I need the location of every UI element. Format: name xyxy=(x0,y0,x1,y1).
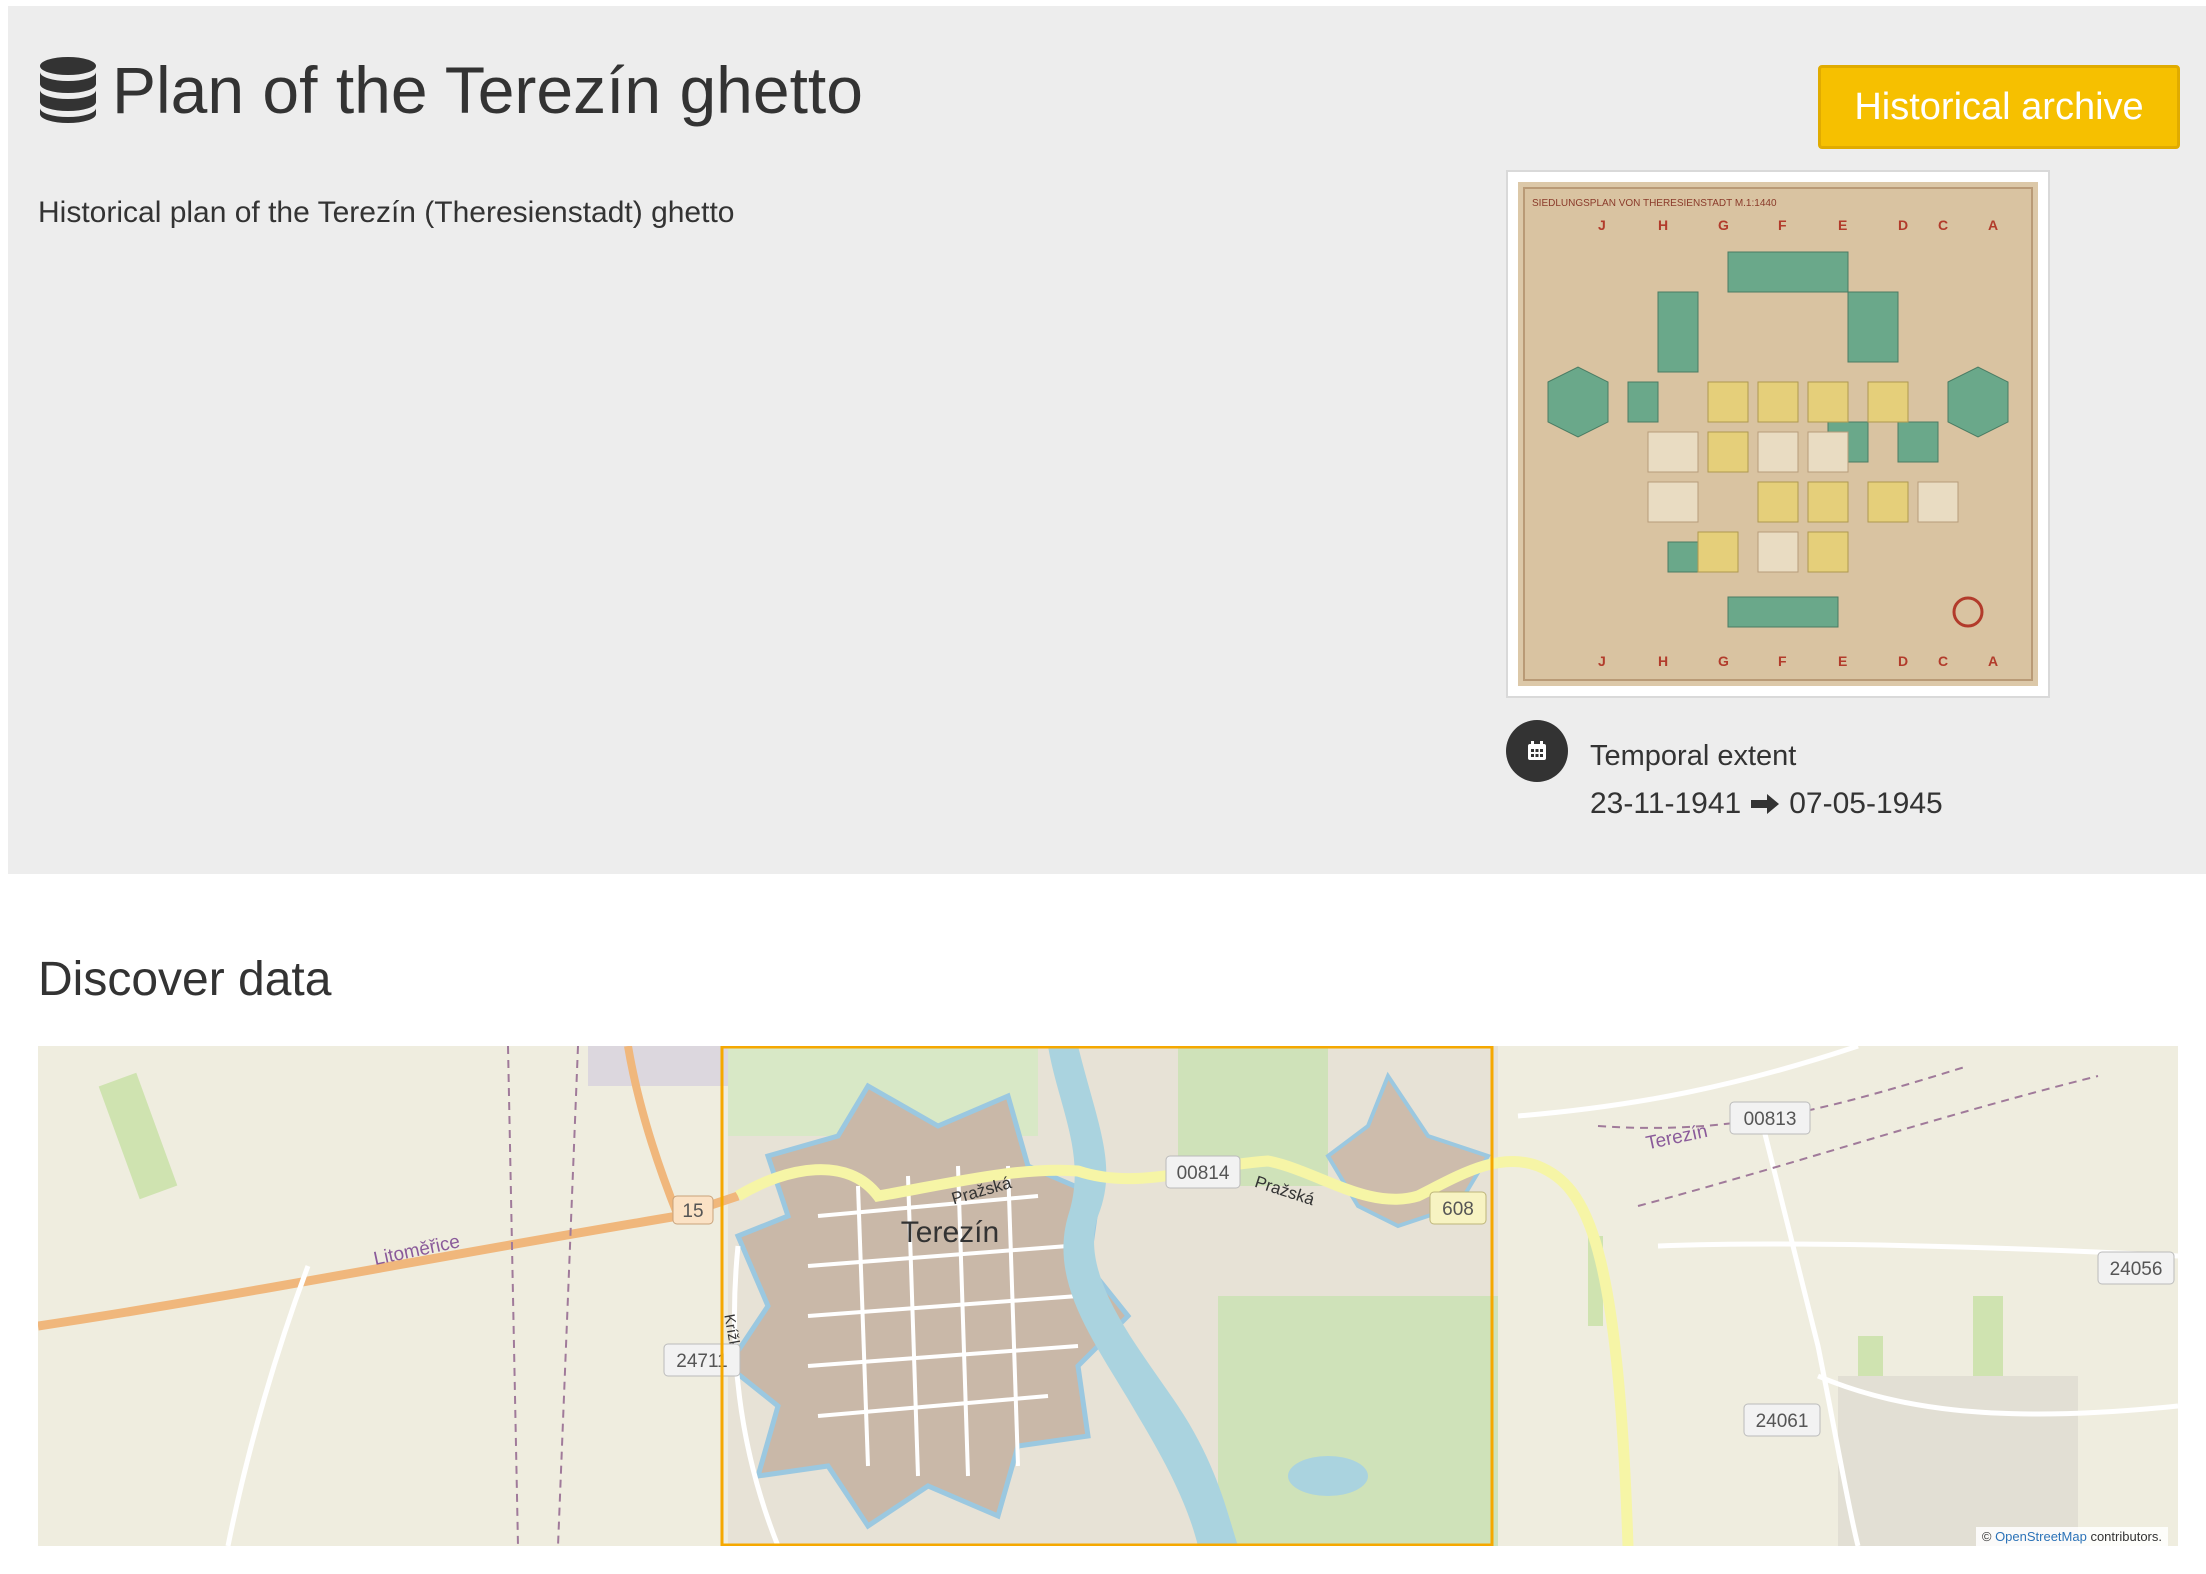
dataset-thumbnail[interactable]: SIEDLUNGSPLAN VON THERESIENSTADT M.1:144… xyxy=(1506,170,2050,698)
svg-text:E: E xyxy=(1838,653,1847,669)
dataset-description: Historical plan of the Terezín (Theresie… xyxy=(38,196,735,229)
pond xyxy=(1288,1456,1368,1496)
database-icon xyxy=(40,57,96,123)
svg-text:J: J xyxy=(1598,217,1606,233)
dataset-header: Plan of the Terezín ghetto Historical ar… xyxy=(8,6,2206,874)
road-shield-24711: 24711 xyxy=(663,1343,741,1377)
road-shield-24061: 24061 xyxy=(1743,1403,1821,1437)
road-shield-00813: 00813 xyxy=(1729,1101,1811,1135)
svg-text:24056: 24056 xyxy=(2110,1259,2163,1280)
temporal-start: 23-11-1941 xyxy=(1590,787,1742,820)
svg-text:00813: 00813 xyxy=(1744,1109,1797,1130)
svg-text:G: G xyxy=(1718,217,1729,233)
road-shield-24056: 24056 xyxy=(2097,1251,2175,1285)
svg-text:J: J xyxy=(1598,653,1606,669)
temporal-text: Temporal extent 23-11-1941 07-05-1945 xyxy=(1590,720,1943,821)
town-label-terezin: Terezín xyxy=(901,1216,999,1249)
temporal-range: 23-11-1941 07-05-1945 xyxy=(1590,787,1943,821)
temporal-label: Temporal extent xyxy=(1590,740,1797,772)
svg-text:24061: 24061 xyxy=(1756,1411,1809,1432)
svg-text:H: H xyxy=(1658,217,1668,233)
svg-text:E: E xyxy=(1838,217,1847,233)
svg-text:00814: 00814 xyxy=(1177,1163,1230,1184)
temporal-extent: Temporal extent 23-11-1941 07-05-1945 xyxy=(1506,720,1943,821)
map-canvas[interactable]: Litoměřice Terezín Terezín Pražská Pražs… xyxy=(38,1046,2178,1546)
svg-text:F: F xyxy=(1778,653,1787,669)
openstreetmap-link[interactable]: OpenStreetMap xyxy=(1995,1529,2087,1544)
arrow-right-icon xyxy=(1751,794,1780,814)
page-title-row: Plan of the Terezín ghetto xyxy=(38,52,863,128)
svg-text:D: D xyxy=(1898,653,1908,669)
page-title: Plan of the Terezín ghetto xyxy=(112,53,863,127)
temporal-end: 07-05-1945 xyxy=(1789,787,1943,820)
svg-text:24711: 24711 xyxy=(676,1351,727,1372)
historical-archive-button[interactable]: Historical archive xyxy=(1818,65,2180,149)
svg-text:A: A xyxy=(1988,217,1998,233)
svg-text:A: A xyxy=(1988,653,1998,669)
built-area xyxy=(588,1046,748,1086)
road-shield-00814: 00814 xyxy=(1165,1155,1241,1189)
svg-text:D: D xyxy=(1898,217,1908,233)
svg-text:15: 15 xyxy=(682,1201,703,1222)
calendar-icon xyxy=(1506,720,1568,782)
attribution-suffix: contributors. xyxy=(2086,1529,2162,1544)
road-shield-608: 608 xyxy=(1429,1191,1487,1225)
historical-plan-image: SIEDLUNGSPLAN VON THERESIENSTADT M.1:144… xyxy=(1518,182,2038,686)
map-attribution: © OpenStreetMap contributors. xyxy=(1975,1527,2168,1546)
built-area xyxy=(1838,1376,2078,1546)
map-view[interactable]: Litoměřice Terezín Terezín Pražská Pražs… xyxy=(38,1046,2178,1546)
svg-text:C: C xyxy=(1938,653,1948,669)
svg-text:608: 608 xyxy=(1442,1199,1474,1220)
road-shield-15: 15 xyxy=(672,1195,714,1225)
svg-text:G: G xyxy=(1718,653,1729,669)
svg-text:F: F xyxy=(1778,217,1787,233)
svg-text:H: H xyxy=(1658,653,1668,669)
discover-data-heading: Discover data xyxy=(38,953,332,1006)
plan-heading: SIEDLUNGSPLAN VON THERESIENSTADT M.1:144… xyxy=(1532,198,1777,209)
park-area xyxy=(1218,1296,1498,1546)
attribution-prefix: © xyxy=(1981,1529,1996,1544)
svg-text:C: C xyxy=(1938,217,1948,233)
